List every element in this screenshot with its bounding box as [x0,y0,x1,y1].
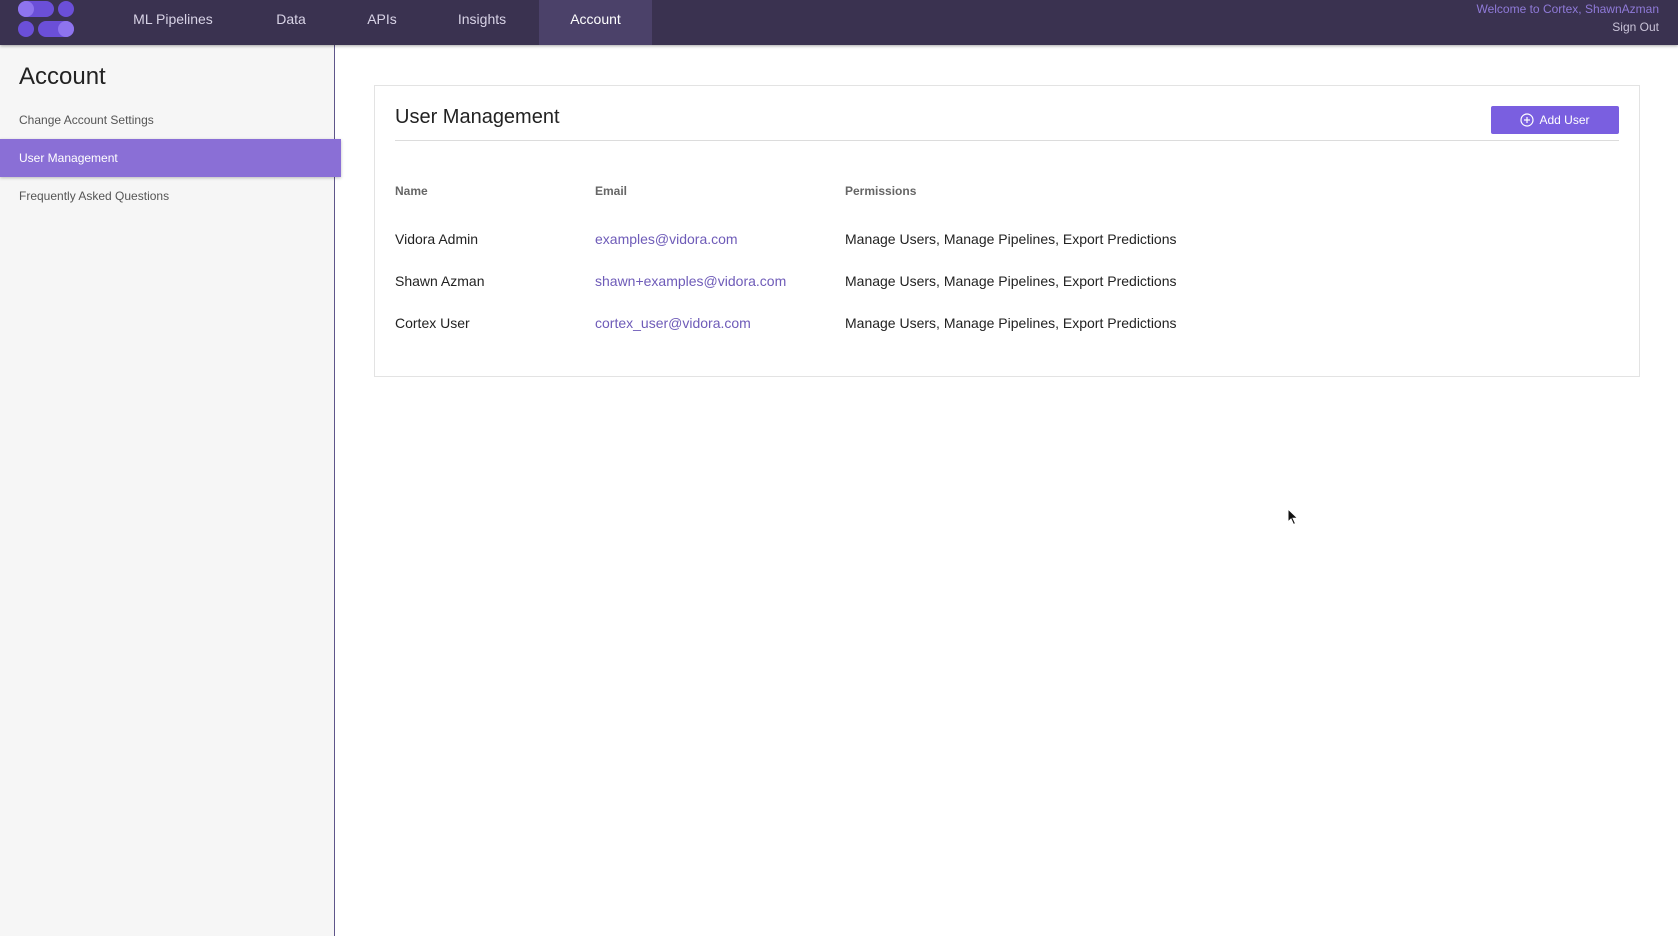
sidebar-item-faq[interactable]: Frequently Asked Questions [0,177,335,215]
sidebar-item-user-management[interactable]: User Management [0,139,341,177]
welcome-message: Welcome to Cortex, ShawnAzman [1476,2,1659,16]
plus-circle-icon [1520,113,1535,127]
nav-ml-pipelines[interactable]: ML Pipelines [120,0,226,45]
add-user-button[interactable]: Add User [1491,106,1619,134]
page-title: User Management [395,106,560,128]
nav-account[interactable]: Account [539,0,652,45]
column-header-email: Email [595,184,628,198]
cortex-logo[interactable] [18,1,74,37]
table-row-permissions: Manage Users, Manage Pipelines, Export P… [845,231,1177,247]
table-row-name: Shawn Azman [395,273,485,289]
top-navigation-bar: ML Pipelines Data APIs Insights Account … [0,0,1678,45]
column-header-permissions: Permissions [845,184,917,198]
add-user-label: Add User [1539,113,1590,127]
nav-apis[interactable]: APIs [353,0,411,45]
sign-out-link[interactable]: Sign Out [1612,20,1659,34]
mouse-pointer-icon [1287,507,1299,526]
table-row-name: Cortex User [395,315,470,331]
table-row-email[interactable]: cortex_user@vidora.com [595,315,751,331]
user-management-card: User Management Add User Name Email Perm… [374,85,1640,377]
account-sidebar: Account Change Account Settings User Man… [0,45,341,936]
table-row-email[interactable]: shawn+examples@vidora.com [595,273,786,289]
table-row-permissions: Manage Users, Manage Pipelines, Export P… [845,273,1177,289]
table-row-email[interactable]: examples@vidora.com [595,231,738,247]
title-divider [395,140,1619,141]
column-header-name: Name [395,184,428,198]
table-row-name: Vidora Admin [395,231,479,247]
sidebar-title: Account [19,63,106,90]
nav-insights[interactable]: Insights [446,0,518,45]
sidebar-item-change-account-settings[interactable]: Change Account Settings [0,101,335,139]
nav-data[interactable]: Data [258,0,324,45]
table-row-permissions: Manage Users, Manage Pipelines, Export P… [845,315,1177,331]
